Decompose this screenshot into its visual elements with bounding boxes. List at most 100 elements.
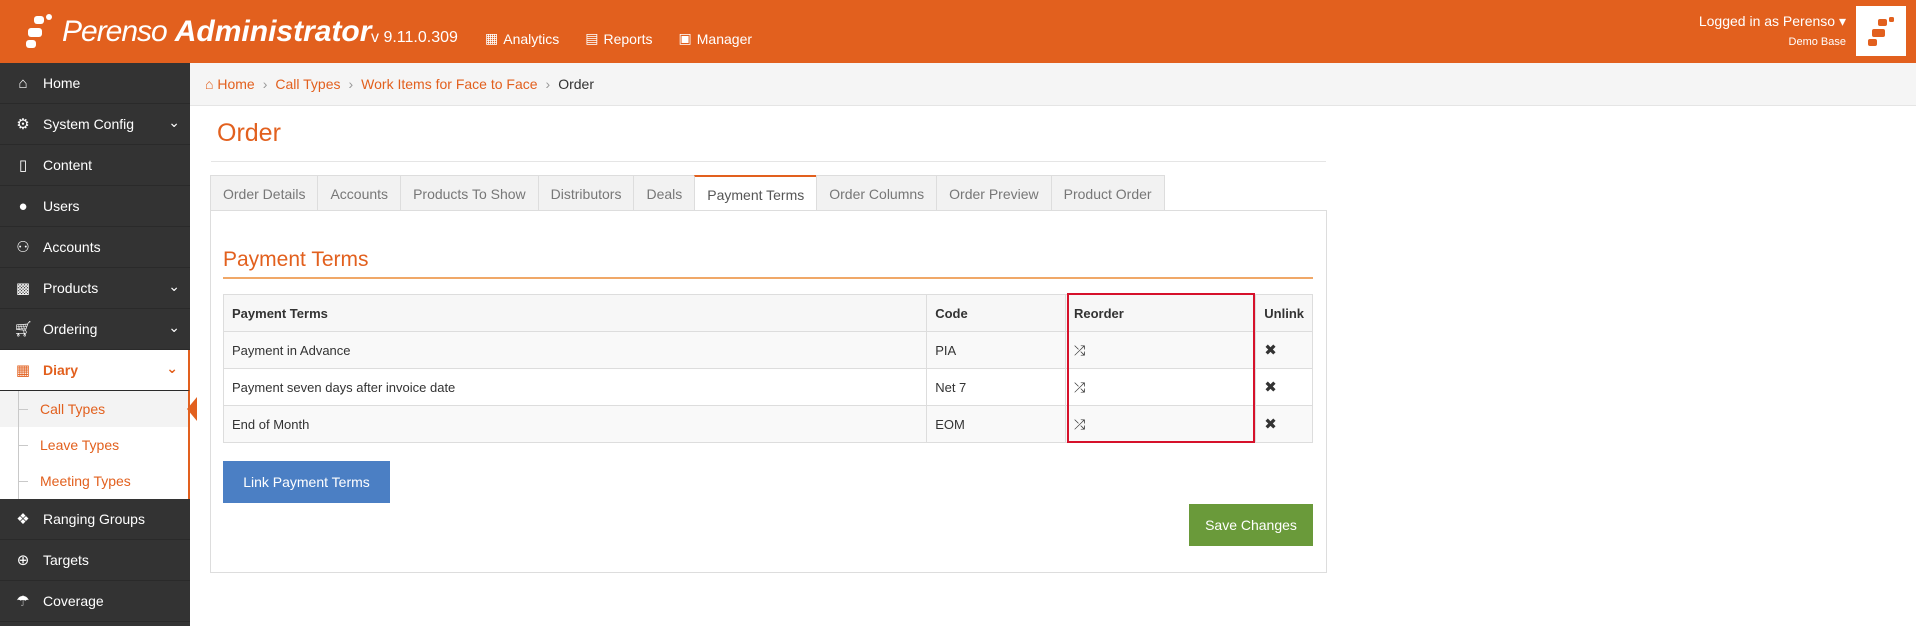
sidebar-item-ranging-groups[interactable]: ❖ Ranging Groups [0,499,190,540]
tab-order-preview[interactable]: Order Preview [936,175,1052,211]
chevron-down-icon: ⌄ [168,278,180,294]
logo-mark-icon [26,14,56,50]
gear-icon: ⚙ [16,116,30,133]
top-header: Perenso Administrator v 9.11.0.309 ▦ Analy… [0,0,1916,63]
sidebar-item-system-config[interactable]: ⚙ System Config ⌄ [0,104,190,145]
sidebar-subitem-call-types[interactable]: Call Types [0,391,197,427]
calendar-icon: ▦ [15,362,31,379]
reorder-cell: ⤮ [1064,331,1257,369]
nav-manager[interactable]: ▣ Manager [679,30,753,47]
shuffle-icon[interactable]: ⤮ [1074,416,1085,432]
title-divider [211,161,1326,162]
chart-icon: ▦ [485,30,499,46]
breadcrumb-current: Order [558,76,594,92]
gift-icon: ▩ [15,280,31,297]
section-title: Payment Terms [223,248,369,271]
nav-analytics[interactable]: ▦ Analytics [485,30,559,47]
tab-distributors[interactable]: Distributors [537,175,635,211]
payment-terms-table: Payment Terms Code Reorder Unlink Paymen… [222,294,1313,443]
save-changes-button[interactable]: Save Changes [1189,504,1313,546]
avatar[interactable] [1856,6,1906,56]
sidebar-subitem-meeting-types[interactable]: Meeting Types [0,463,188,499]
close-icon[interactable]: ✖ [1264,416,1277,433]
link-payment-terms-button[interactable]: Link Payment Terms [223,461,390,503]
top-nav: ▦ Analytics ▤ Reports ▣ Manager [485,30,752,47]
sidebar-subitem-label: Call Types [40,401,106,417]
sidebar-item-label: System Config [43,116,135,132]
section-divider [223,277,1313,279]
sidebar-item-label: Users [43,198,80,214]
close-icon[interactable]: ✖ [1264,342,1277,359]
tab-bar: Order Details Accounts Products To Show … [210,175,1165,213]
sidebar-item-content[interactable]: ▯ Content [0,145,190,186]
breadcrumb-home[interactable]: ⌂ Home [205,76,255,92]
users-icon: ⚇ [16,239,30,256]
table-row: End of Month EOM ⤮ ✖ [222,405,1313,443]
column-header-code: Code [926,294,1066,332]
payment-term-cell: Payment seven days after invoice date [222,368,928,406]
unlink-cell: ✖ [1255,368,1313,406]
version-label: v 9.11.0.309 [371,29,458,46]
tab-panel: Payment Terms Payment Terms Code Reorder… [210,210,1327,573]
crosshair-icon: ⊕ [16,552,30,569]
column-header-unlink: Unlink [1255,294,1313,332]
file-icon: ▯ [18,157,28,174]
sidebar: ⌂ Home ⚙ System Config ⌄ ▯ Content ● Use… [0,63,197,626]
user-icon: ● [18,197,28,215]
umbrella-icon: ☂ [16,593,30,610]
unlink-cell: ✖ [1255,331,1313,369]
tab-payment-terms[interactable]: Payment Terms [694,175,818,213]
sidebar-item-label: Diary [43,362,79,378]
nav-reports[interactable]: ▤ Reports [585,30,652,47]
nav-manager-label: Manager [696,30,753,47]
column-header-payment-terms: Payment Terms [222,294,928,332]
breadcrumb-work-items[interactable]: Work Items for Face to Face [361,76,537,92]
payment-term-cell: Payment in Advance [222,331,928,369]
sidebar-item-products[interactable]: ▩ Products ⌄ [0,268,190,309]
chevron-right-icon: › [545,76,551,92]
logo-text: Perenso [62,15,168,48]
logo-strong-text: Administrator [174,15,372,48]
sidebar-item-label: Accounts [43,239,101,255]
sidebar-item-ordering[interactable]: 🛒︎ Ordering ⌄ [0,309,190,350]
home-icon: ⌂ [205,76,214,92]
sidebar-item-label: Home [43,75,81,91]
sidebar-item-label: Ordering [43,321,98,337]
reorder-cell: ⤮ [1064,405,1257,443]
table-row: Payment in Advance PIA ⤮ ✖ [222,331,1313,369]
breadcrumb-home-label: Home [217,76,255,92]
cubes-icon: ❖ [16,511,30,528]
sidebar-item-label: Coverage [43,593,104,609]
active-pointer-icon [187,397,197,421]
table-icon: ▤ [585,30,599,46]
sidebar-item-targets[interactable]: ⊕ Targets [0,540,190,581]
tab-order-details[interactable]: Order Details [210,175,319,211]
logo[interactable]: Perenso Administrator [26,12,371,52]
close-icon[interactable]: ✖ [1264,379,1277,396]
user-menu[interactable]: Logged in as Perenso ▾ Demo Base [1699,13,1846,48]
sidebar-subitem-leave-types[interactable]: Leave Types [0,427,188,463]
tab-order-columns[interactable]: Order Columns [816,175,938,211]
shuffle-icon[interactable]: ⤮ [1074,379,1085,395]
user-sub-label: Demo Base [1788,36,1846,48]
sidebar-item-coverage[interactable]: ☂ Coverage [0,581,190,622]
tab-accounts[interactable]: Accounts [317,175,402,211]
nav-reports-label: Reports [603,30,653,47]
tab-products-to-show[interactable]: Products To Show [400,175,539,211]
sidebar-subitem-label: Leave Types [40,437,120,453]
table-row: Payment seven days after invoice date Ne… [222,368,1313,406]
brand-logo-icon [1868,17,1894,46]
tab-product-order[interactable]: Product Order [1050,175,1165,211]
tab-deals[interactable]: Deals [633,175,696,211]
sidebar-item-users[interactable]: ● Users [0,186,190,227]
code-cell: PIA [926,331,1066,369]
sidebar-item-home[interactable]: ⌂ Home [0,63,190,104]
breadcrumb-call-types[interactable]: Call Types [275,76,340,92]
shuffle-icon[interactable]: ⤮ [1074,342,1085,358]
reorder-cell: ⤮ [1064,368,1257,406]
payment-term-cell: End of Month [222,405,928,443]
sidebar-item-accounts[interactable]: ⚇ Accounts [0,227,190,268]
code-cell: EOM [926,405,1066,443]
sidebar-item-diary[interactable]: ▦ Diary ⌄ [0,350,190,391]
nav-analytics-label: Analytics [503,30,560,47]
